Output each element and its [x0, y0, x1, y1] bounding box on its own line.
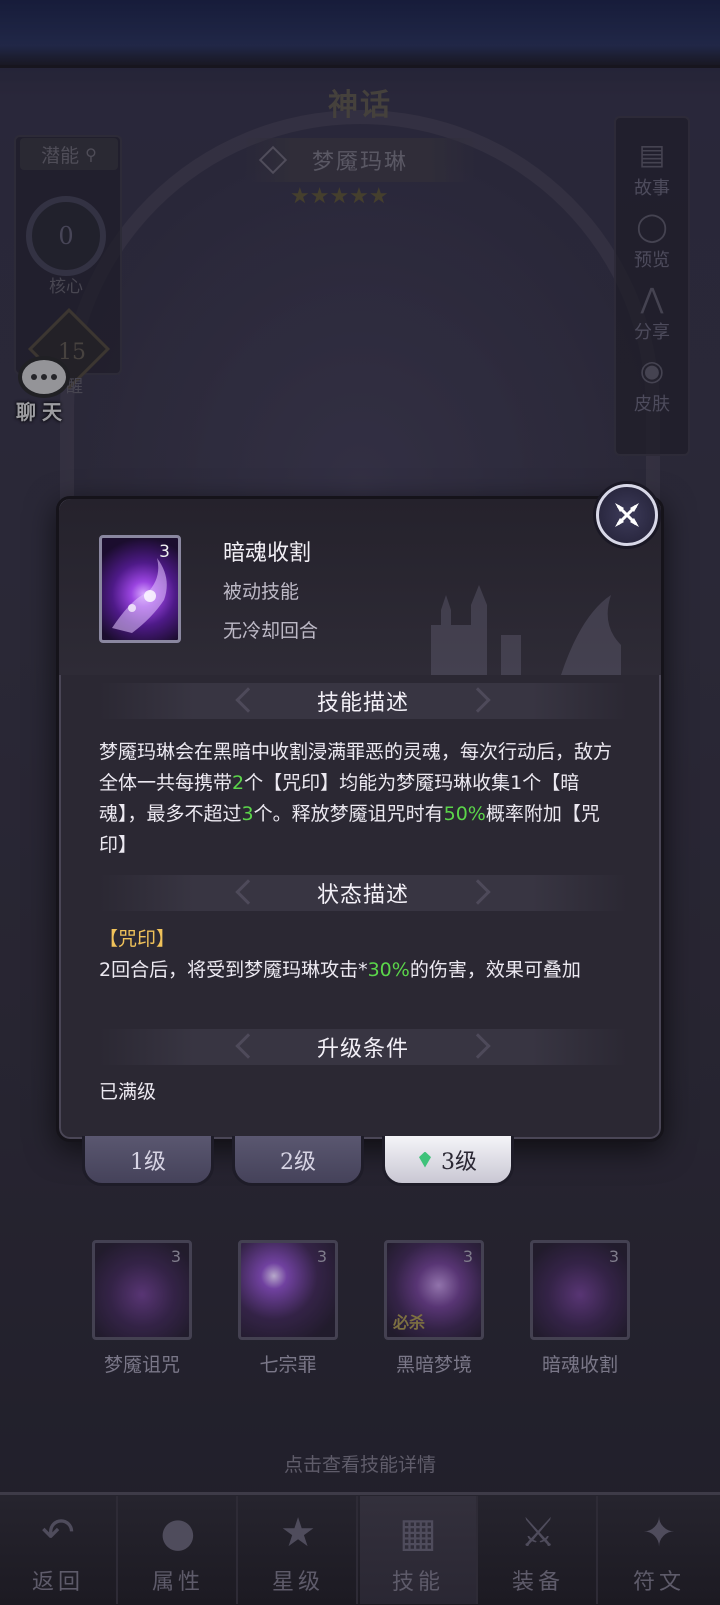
skill-description: 梦魇玛琳会在黑暗中收割浸满罪恶的灵魂，每次行动后，敌方全体一共每携带2个【咒印】…: [99, 737, 619, 861]
skill-thumbnail: 3 必杀: [384, 1240, 484, 1340]
castle-silhouette-icon: [431, 585, 621, 675]
desc-highlight: 2: [232, 772, 245, 794]
skill-card-4[interactable]: 3 暗魂收割: [530, 1240, 630, 1377]
skill-card-label: 暗魂收割: [541, 1354, 618, 1376]
ornament-right-icon: [465, 1033, 491, 1059]
nav-runes[interactable]: ✦ 符文: [600, 1496, 718, 1604]
desc-highlight: 50%: [443, 803, 486, 825]
skill-name: 暗魂收割: [223, 541, 312, 566]
skill-level: 3: [608, 1247, 619, 1266]
ornament-left-icon: [235, 687, 261, 713]
attribute-icon: ●: [160, 1510, 196, 1556]
ultimate-badge: 必杀: [393, 1313, 426, 1332]
level-tab-label: 1级: [130, 1149, 166, 1175]
nav-back[interactable]: ↶ 返回: [0, 1496, 118, 1604]
skill-icon: 3: [99, 535, 181, 643]
status-description: 2回合后，将受到梦魇玛琳攻击*30%的伤害，效果可叠加: [99, 955, 619, 986]
skill-thumbnail: 3: [238, 1240, 338, 1340]
skill-card-label: 梦魇诅咒: [103, 1354, 180, 1376]
ornament-left-icon: [235, 879, 261, 905]
desc-text: 个。释放梦魇诅咒时有: [253, 803, 444, 825]
status-text: 2回合后，将受到梦魇玛琳攻击*: [99, 959, 368, 981]
skill-icon-level: 3: [159, 542, 170, 562]
modal-header: 3 暗魂收割 被动技能 无冷却回合: [59, 499, 661, 675]
skill-thumbnail: 3: [92, 1240, 192, 1340]
rune-icon: ✦: [642, 1510, 676, 1556]
skill-level: 3: [316, 1247, 327, 1266]
desc-highlight: 3: [241, 803, 254, 825]
skill-card-2[interactable]: 3 七宗罪: [238, 1240, 338, 1377]
close-icon: [615, 503, 639, 527]
nav-label: 返回: [31, 1570, 84, 1595]
nav-label: 技能: [391, 1570, 444, 1595]
skill-cooldown: 无冷却回合: [223, 620, 319, 642]
skill-card-1[interactable]: 3 梦魇诅咒: [92, 1240, 192, 1377]
skill-level: 3: [462, 1247, 473, 1266]
nav-label: 符文: [632, 1570, 685, 1595]
skill-level: 3: [170, 1247, 181, 1266]
nav-label: 装备: [511, 1570, 564, 1595]
ornament-right-icon: [465, 687, 491, 713]
ornament-right-icon: [465, 879, 491, 905]
section-title: 升级条件: [316, 1037, 409, 1062]
level-tab-label: 2级: [280, 1149, 316, 1175]
skill-type: 被动技能: [223, 581, 300, 603]
star-icon: ★: [280, 1510, 316, 1556]
section-title: 状态描述: [316, 883, 409, 908]
nav-label: 属性: [151, 1570, 204, 1595]
skill-scroll-icon: ▦: [399, 1510, 437, 1556]
back-icon: ↶: [41, 1510, 75, 1556]
skill-card-3[interactable]: 3 必杀 黑暗梦境: [384, 1240, 484, 1377]
nav-skills[interactable]: ▦ 技能: [360, 1496, 478, 1604]
level-tab-1[interactable]: 1级: [82, 1136, 214, 1186]
level-tab-3[interactable]: 3级: [382, 1136, 514, 1186]
skill-thumbnail: 3: [530, 1240, 630, 1340]
status-text: 的伤害，效果可叠加: [409, 959, 581, 981]
status-tag: 【咒印】: [99, 928, 176, 950]
skill-detail-modal: 3 暗魂收割 被动技能 无冷却回合 技能描述 梦魇玛琳会在黑暗中收割浸满罪恶的灵…: [56, 496, 664, 1142]
nav-equipment[interactable]: ⚔ 装备: [480, 1496, 598, 1604]
section-skill-description: 技能描述: [99, 683, 627, 719]
upgrade-text: 已满级: [99, 1081, 157, 1103]
skill-card-label: 七宗罪: [259, 1354, 317, 1376]
nav-stars[interactable]: ★ 星级: [240, 1496, 358, 1604]
nav-attributes[interactable]: ● 属性: [120, 1496, 238, 1604]
section-status-description: 状态描述: [99, 875, 627, 911]
nav-label: 星级: [271, 1570, 324, 1595]
section-upgrade-conditions: 升级条件: [99, 1029, 627, 1065]
level-tab-2[interactable]: 2级: [232, 1136, 364, 1186]
section-title: 技能描述: [316, 691, 409, 716]
crossed-swords-icon: ⚔: [520, 1510, 556, 1556]
ornament-left-icon: [235, 1033, 261, 1059]
skill-card-label: 黑暗梦境: [395, 1354, 472, 1376]
hint-text: 点击查看技能详情: [283, 1454, 436, 1476]
green-gem-icon: [419, 1151, 431, 1168]
level-tab-label: 3级: [441, 1149, 477, 1175]
status-highlight: 30%: [367, 959, 410, 981]
close-button[interactable]: [596, 484, 658, 546]
